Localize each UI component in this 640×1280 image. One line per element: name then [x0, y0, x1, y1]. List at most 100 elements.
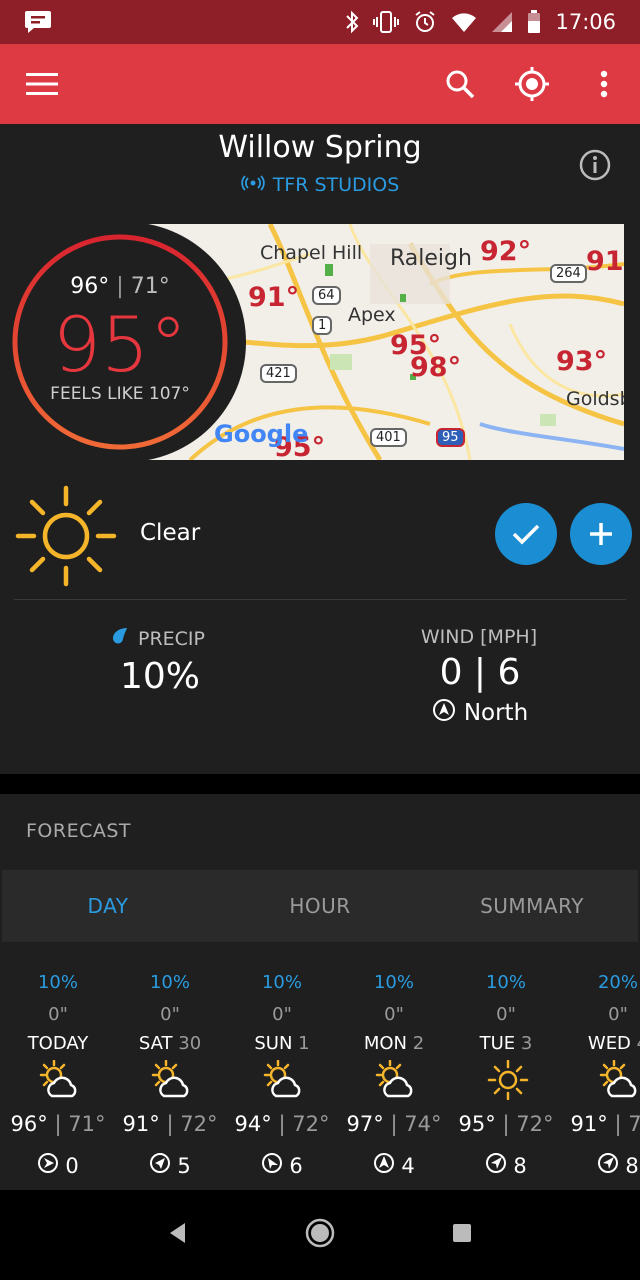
check-button[interactable] [495, 503, 557, 565]
app-bar [0, 44, 640, 124]
alarm-icon [413, 10, 437, 34]
day-wind: 6 [289, 1153, 303, 1178]
station-name: TFR STUDIOS [272, 174, 400, 196]
map-temp-label: 91° [248, 282, 300, 313]
wind-arrow-icon [37, 1152, 59, 1179]
day-precip-amount: 0" [384, 1004, 404, 1025]
day-name: SAT [138, 1033, 173, 1054]
divider [14, 599, 626, 600]
recents-icon[interactable] [451, 1222, 473, 1248]
message-notification-icon [24, 9, 52, 35]
more-options-icon[interactable] [594, 60, 614, 108]
add-button[interactable] [570, 503, 632, 565]
day-low: 72° [516, 1112, 554, 1136]
day-number: 4 [637, 1033, 640, 1054]
high-low-temps: 96° | 71° [70, 274, 170, 299]
day-name: MON [363, 1033, 407, 1054]
wifi-icon [451, 11, 477, 33]
map-city-label: Chapel Hill [260, 242, 363, 264]
precip-value: 10% [119, 656, 200, 697]
map-temp-label: 92° [480, 236, 532, 267]
day-high: 91° [122, 1112, 160, 1136]
day-precip-amount: 0" [160, 1004, 180, 1025]
cellular-signal-icon [491, 11, 513, 33]
map-route-shield: 1 [312, 316, 333, 335]
station-label[interactable]: TFR STUDIOS [0, 174, 640, 196]
day-precip: 10% [261, 972, 302, 993]
map-route-shield: 421 [260, 364, 297, 383]
map-route-shield: 401 [370, 428, 407, 447]
condition-text: Clear [140, 520, 201, 546]
map-city-label: Apex [348, 304, 396, 326]
day-number: 3 [520, 1033, 533, 1054]
partly-cloudy-icon [150, 1059, 194, 1100]
wind-arrow-icon [597, 1152, 619, 1179]
location-name: Willow Spring [218, 130, 422, 165]
map-route-shield: 264 [550, 264, 587, 283]
day-precip: 10% [149, 972, 190, 993]
day-precip-amount: 0" [48, 1004, 68, 1025]
tab-summary[interactable]: SUMMARY [426, 870, 638, 942]
feels-like: FEELS LIKE 107° [50, 384, 190, 404]
day-precip: 20% [597, 972, 638, 993]
day-low: 71° [68, 1112, 106, 1136]
info-icon[interactable] [578, 148, 612, 182]
back-icon[interactable] [167, 1221, 189, 1249]
home-icon[interactable] [304, 1217, 336, 1253]
wind-label: WIND [MPH] [420, 626, 538, 648]
day-high: 95° [458, 1112, 496, 1136]
tab-hour[interactable]: HOUR [214, 870, 426, 942]
day-number: 1 [298, 1033, 310, 1054]
day-high: 96° [10, 1112, 48, 1136]
compass-north-icon [432, 698, 456, 728]
system-nav-bar [0, 1190, 640, 1280]
battery-icon [527, 10, 541, 34]
menu-icon[interactable] [26, 60, 74, 108]
wind-arrow-icon [149, 1152, 171, 1179]
status-bar: 17:06 [0, 0, 640, 44]
precip-label: PRECIP [110, 626, 205, 651]
partly-cloudy-icon [598, 1059, 640, 1100]
forecast-title: FORECAST [26, 820, 132, 842]
broadcast-icon [240, 174, 265, 196]
day-name: TODAY [27, 1033, 89, 1054]
sun-icon [14, 484, 118, 588]
day-precip-amount: 0" [496, 1004, 516, 1025]
partly-cloudy-icon [38, 1059, 82, 1100]
day-name: WED [587, 1033, 631, 1054]
day-high: 91° [570, 1112, 608, 1136]
partly-cloudy-icon [374, 1059, 418, 1100]
day-precip: 10% [37, 972, 78, 993]
vibrate-icon [373, 10, 400, 34]
map-route-shield: 64 [312, 286, 341, 305]
map-route-shield: 95 [436, 428, 465, 447]
day-wind: 0 [65, 1153, 79, 1178]
day-wind: 4 [401, 1153, 415, 1178]
my-location-icon[interactable] [508, 60, 556, 108]
map-temp-label: 93° [556, 346, 608, 377]
day-low: 72° [180, 1112, 218, 1136]
day-precip: 10% [373, 972, 414, 993]
map-temp-label: 98° [410, 352, 462, 383]
map-temp-label: 91 [586, 246, 624, 277]
map-city-label: Goldsb [566, 388, 624, 410]
day-low: 74° [404, 1112, 442, 1136]
day-high: 97° [346, 1112, 384, 1136]
search-icon[interactable] [436, 60, 484, 108]
day-wind: 8 [513, 1153, 527, 1178]
day-precip-amount: 0" [272, 1004, 292, 1025]
wind-arrow-icon [373, 1152, 395, 1179]
wind-value: 0 | 6 [439, 652, 521, 693]
day-wind: 8 [625, 1153, 639, 1178]
wind-arrow-icon [485, 1152, 507, 1179]
wind-arrow-icon [261, 1152, 283, 1179]
day-wind: 5 [177, 1153, 191, 1178]
day-precip: 10% [485, 972, 526, 993]
tab-day[interactable]: DAY [2, 870, 214, 942]
status-time: 17:06 [555, 10, 616, 34]
day-precip-amount: 0" [608, 1004, 628, 1025]
sun-icon [486, 1059, 530, 1101]
day-name: TUE [479, 1033, 516, 1054]
day-high: 94° [234, 1112, 272, 1136]
high-temp: 96° [70, 274, 110, 299]
